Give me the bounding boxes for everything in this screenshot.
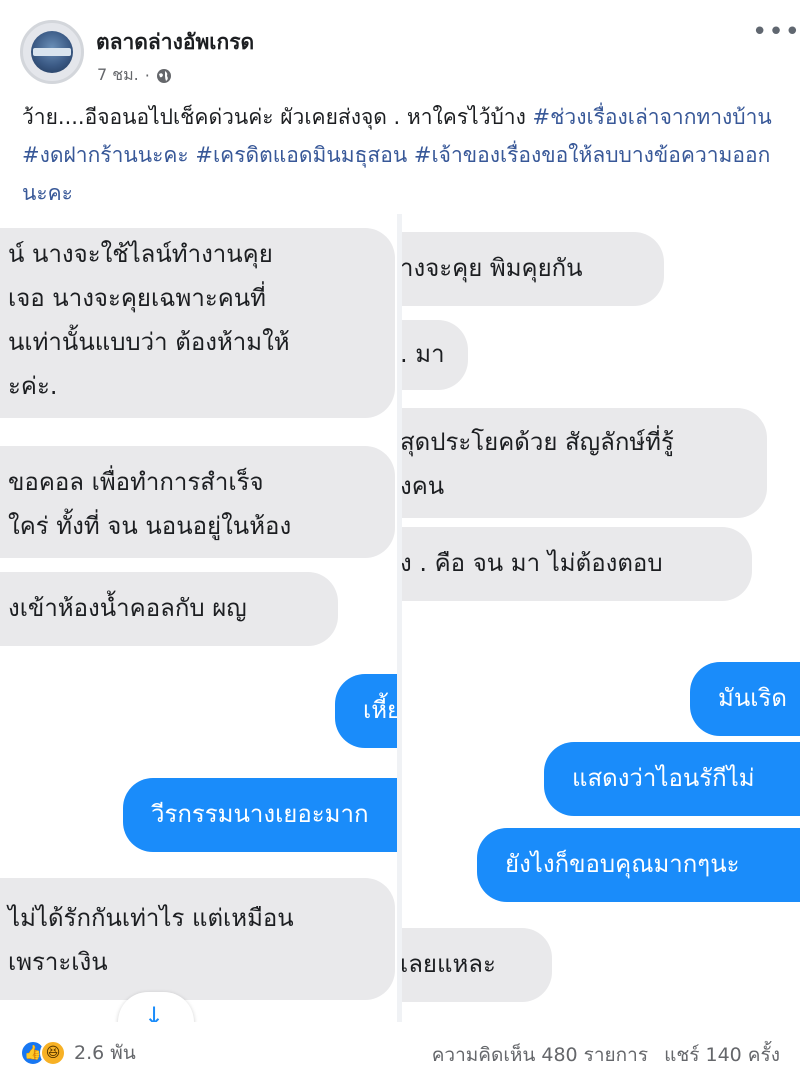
post-stats: ความคิดเห็น 480 รายการ แชร์ 140 ครั้ง [422, 1040, 780, 1070]
message-line: เหี้ย [363, 696, 397, 724]
post-image[interactable]: น์ นางจะใช้ไลน์ทำงานคุย เจอ นางจะคุยเฉพา… [0, 214, 800, 1022]
message-line: ใคร่ ทั้งที่ จน นอนอยู่ในห้อง [8, 512, 292, 540]
message-line: มันเริด [718, 684, 787, 712]
post-time[interactable]: 7 ชม. [97, 63, 139, 88]
chat-bubble-incoming: งเข้าห้องน้ำคอลกับ ผญ [0, 572, 338, 646]
message-line: นเท่านั้นแบบว่า ต้องห้ามให้ [8, 328, 290, 356]
message-line: . มา [402, 340, 445, 368]
message-line: งคน [402, 472, 445, 500]
message-line: ขอคอล เพื่อทำการสำเร็จ [8, 468, 264, 496]
facebook-post: ตลาดล่างอัพเกรด 7 ชม. · ••• ว้าย....อีจอ… [0, 0, 800, 1073]
message-line: งเข้าห้องน้ำคอลกับ ผญ [8, 594, 247, 622]
comment-count-link[interactable]: ความคิดเห็น 480 รายการ [432, 1044, 648, 1066]
chat-bubble-incoming: ไม่ได้รักกันเท่าไร แต่เหมือน เพราะเงิน [0, 878, 395, 1000]
chat-bubble-outgoing: แสดงว่าไอนรักีไม่ [544, 742, 800, 816]
chat-bubble-incoming: เลยแหละ [402, 928, 552, 1002]
chat-bubble-incoming: สุดประโยคด้วย สัญลักษ์ที่รู้ งคน [402, 408, 767, 518]
message-line: แสดงว่าไอนรักีไม่ [572, 764, 755, 792]
avatar-logo-band [33, 48, 71, 56]
chat-screenshot-left: น์ นางจะใช้ไลน์ทำงานคุย เจอ นางจะคุยเฉพา… [0, 222, 397, 1022]
chat-bubble-incoming: . มา [402, 320, 468, 390]
chat-bubble-incoming: น์ นางจะใช้ไลน์ทำงานคุย เจอ นางจะคุยเฉพา… [0, 228, 395, 418]
message-line: ะค่ะ. [8, 372, 58, 400]
chat-bubble-outgoing: ยังไงก็ขอบคุณมากๆนะ [477, 828, 800, 902]
chat-bubble-outgoing: เหี้ย [335, 674, 397, 748]
hashtag-link[interactable]: #งดฝากร้านนะคะ [22, 143, 189, 167]
message-line: วีรกรรมนางเยอะมาก [151, 800, 369, 828]
chat-bubble-incoming: ง . คือ จน มา ไม่ต้องตอบ [402, 527, 752, 601]
post-meta: 7 ชม. · [97, 63, 172, 88]
share-count-link[interactable]: แชร์ 140 ครั้ง [664, 1044, 780, 1066]
haha-icon: 😆 [40, 1040, 66, 1066]
arrow-down-icon: ↓ [144, 1002, 165, 1022]
page-avatar[interactable] [20, 20, 84, 84]
hashtag-link[interactable]: #ช่วงเรื่องเล่าจากทางบ้าน [533, 105, 772, 129]
message-line: เจอ นางจะคุยเฉพาะคนที่ [8, 284, 266, 312]
chat-bubble-incoming: ขอคอล เพื่อทำการสำเร็จ ใคร่ ทั้งที่ จน น… [0, 446, 395, 558]
page-name[interactable]: ตลาดล่างอัพเกรด [96, 26, 254, 59]
reaction-count[interactable]: 2.6 พัน [74, 1038, 136, 1068]
chat-screenshot-right: างจะคุย พิมคุยกัน . มา สุดประโยคด้วย สัญ… [402, 222, 800, 1022]
more-options-icon[interactable]: ••• [752, 19, 800, 46]
caption-text: ว้าย....อีจอนอไปเช็คด่วนค่ะ ผัวเคยส่งจุด… [22, 105, 533, 129]
message-line: ยังไงก็ขอบคุณมากๆนะ [505, 850, 740, 878]
post-caption: ว้าย....อีจอนอไปเช็คด่วนค่ะ ผัวเคยส่งจุด… [22, 98, 792, 212]
message-line: ง . คือ จน มา ไม่ต้องตอบ [402, 549, 663, 577]
message-line: เลยแหละ [402, 950, 496, 978]
hashtag-link[interactable]: #เครดิตแอดมินมธุสอน [195, 143, 407, 167]
chat-bubble-outgoing: วีรกรรมนางเยอะมาก [123, 778, 397, 852]
reactions-summary[interactable]: 👍 😆 2.6 พัน [20, 1038, 136, 1068]
chat-bubble-incoming: างจะคุย พิมคุยกัน [402, 232, 664, 306]
message-line: างจะคุย พิมคุยกัน [402, 254, 583, 282]
message-line: สุดประโยคด้วย สัญลักษ์ที่รู้ [402, 428, 674, 456]
message-line: น์ นางจะใช้ไลน์ทำงานคุย [8, 240, 273, 268]
chat-bubble-outgoing: มันเริด [690, 662, 800, 736]
message-line: เพราะเงิน [8, 948, 108, 976]
message-line: ไม่ได้รักกันเท่าไร แต่เหมือน [8, 904, 294, 932]
post-footer: 👍 😆 2.6 พัน ความคิดเห็น 480 รายการ แชร์ … [0, 1022, 800, 1073]
globe-icon [156, 68, 171, 83]
